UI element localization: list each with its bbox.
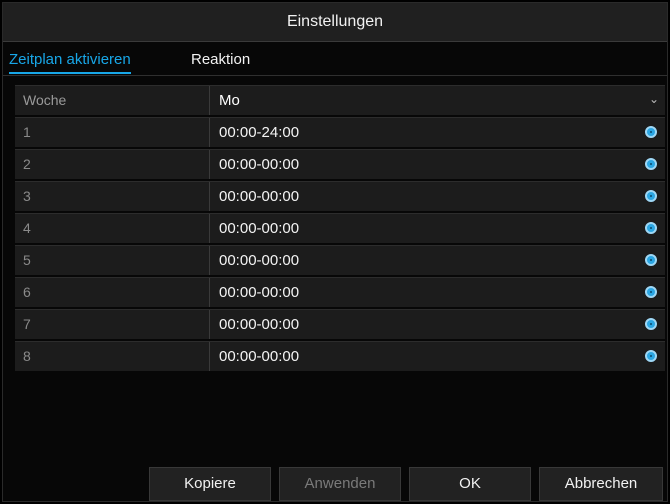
column-divider — [209, 150, 210, 179]
copy-button[interactable]: Kopiere — [149, 467, 271, 501]
apply-button[interactable]: Anwenden — [279, 467, 401, 501]
schedule-row-number: 6 — [23, 284, 31, 300]
clock-icon[interactable] — [645, 318, 657, 330]
tab-bar: Zeitplan aktivieren Reaktion — [3, 43, 667, 76]
clock-icon[interactable] — [645, 222, 657, 234]
schedule-time-range[interactable]: 00:00-00:00 — [219, 310, 299, 339]
schedule-time-range[interactable]: 00:00-00:00 — [219, 342, 299, 371]
schedule-row: 5 00:00-00:00 — [15, 245, 665, 275]
schedule-time-range[interactable]: 00:00-00:00 — [219, 278, 299, 307]
schedule-time-range[interactable]: 00:00-00:00 — [219, 214, 299, 243]
settings-dialog: Einstellungen Zeitplan aktivieren Reakti… — [2, 2, 668, 502]
clock-icon[interactable] — [645, 350, 657, 362]
schedule-row: 7 00:00-00:00 — [15, 309, 665, 339]
column-divider — [209, 182, 210, 211]
clock-icon[interactable] — [645, 254, 657, 266]
tab-zeitplan-aktivieren[interactable]: Zeitplan aktivieren — [9, 48, 131, 74]
dialog-title: Einstellungen — [286, 13, 384, 30]
schedule-row-number: 2 — [23, 156, 31, 172]
schedule-row-number: 5 — [23, 252, 31, 268]
dialog-titlebar: Einstellungen — [3, 3, 667, 42]
week-row: Woche Mo ⌄ — [15, 85, 665, 115]
column-divider — [209, 342, 210, 371]
schedule-row: 6 00:00-00:00 — [15, 277, 665, 307]
week-label: Woche — [23, 92, 67, 108]
schedule-time-range[interactable]: 00:00-24:00 — [219, 118, 299, 147]
schedule-row: 8 00:00-00:00 — [15, 341, 665, 371]
schedule-row: 4 00:00-00:00 — [15, 213, 665, 243]
clock-icon[interactable] — [645, 126, 657, 138]
clock-icon[interactable] — [645, 158, 657, 170]
column-divider — [209, 214, 210, 243]
schedule-time-range[interactable]: 00:00-00:00 — [219, 182, 299, 211]
column-divider — [209, 310, 210, 339]
clock-icon[interactable] — [645, 190, 657, 202]
week-select[interactable]: Mo — [219, 86, 240, 115]
schedule-row-number: 4 — [23, 220, 31, 236]
column-divider — [209, 86, 210, 115]
column-divider — [209, 246, 210, 275]
column-divider — [209, 278, 210, 307]
clock-icon[interactable] — [645, 286, 657, 298]
ok-button[interactable]: OK — [409, 467, 531, 501]
cancel-button[interactable]: Abbrechen — [539, 467, 663, 501]
schedule-time-range[interactable]: 00:00-00:00 — [219, 246, 299, 275]
schedule-row-number: 8 — [23, 348, 31, 364]
schedule-time-range[interactable]: 00:00-00:00 — [219, 150, 299, 179]
tab-reaktion[interactable]: Reaktion — [191, 48, 250, 72]
schedule-row-number: 3 — [23, 188, 31, 204]
chevron-down-icon[interactable]: ⌄ — [649, 92, 659, 106]
schedule-row: 3 00:00-00:00 — [15, 181, 665, 211]
schedule-row-number: 7 — [23, 316, 31, 332]
schedule-grid: Woche Mo ⌄ 1 00:00-24:00 2 00:00-00:00 3 00:0… — [15, 85, 665, 373]
schedule-row: 2 00:00-00:00 — [15, 149, 665, 179]
column-divider — [209, 118, 210, 147]
schedule-row: 1 00:00-24:00 — [15, 117, 665, 147]
schedule-row-number: 1 — [23, 124, 31, 140]
